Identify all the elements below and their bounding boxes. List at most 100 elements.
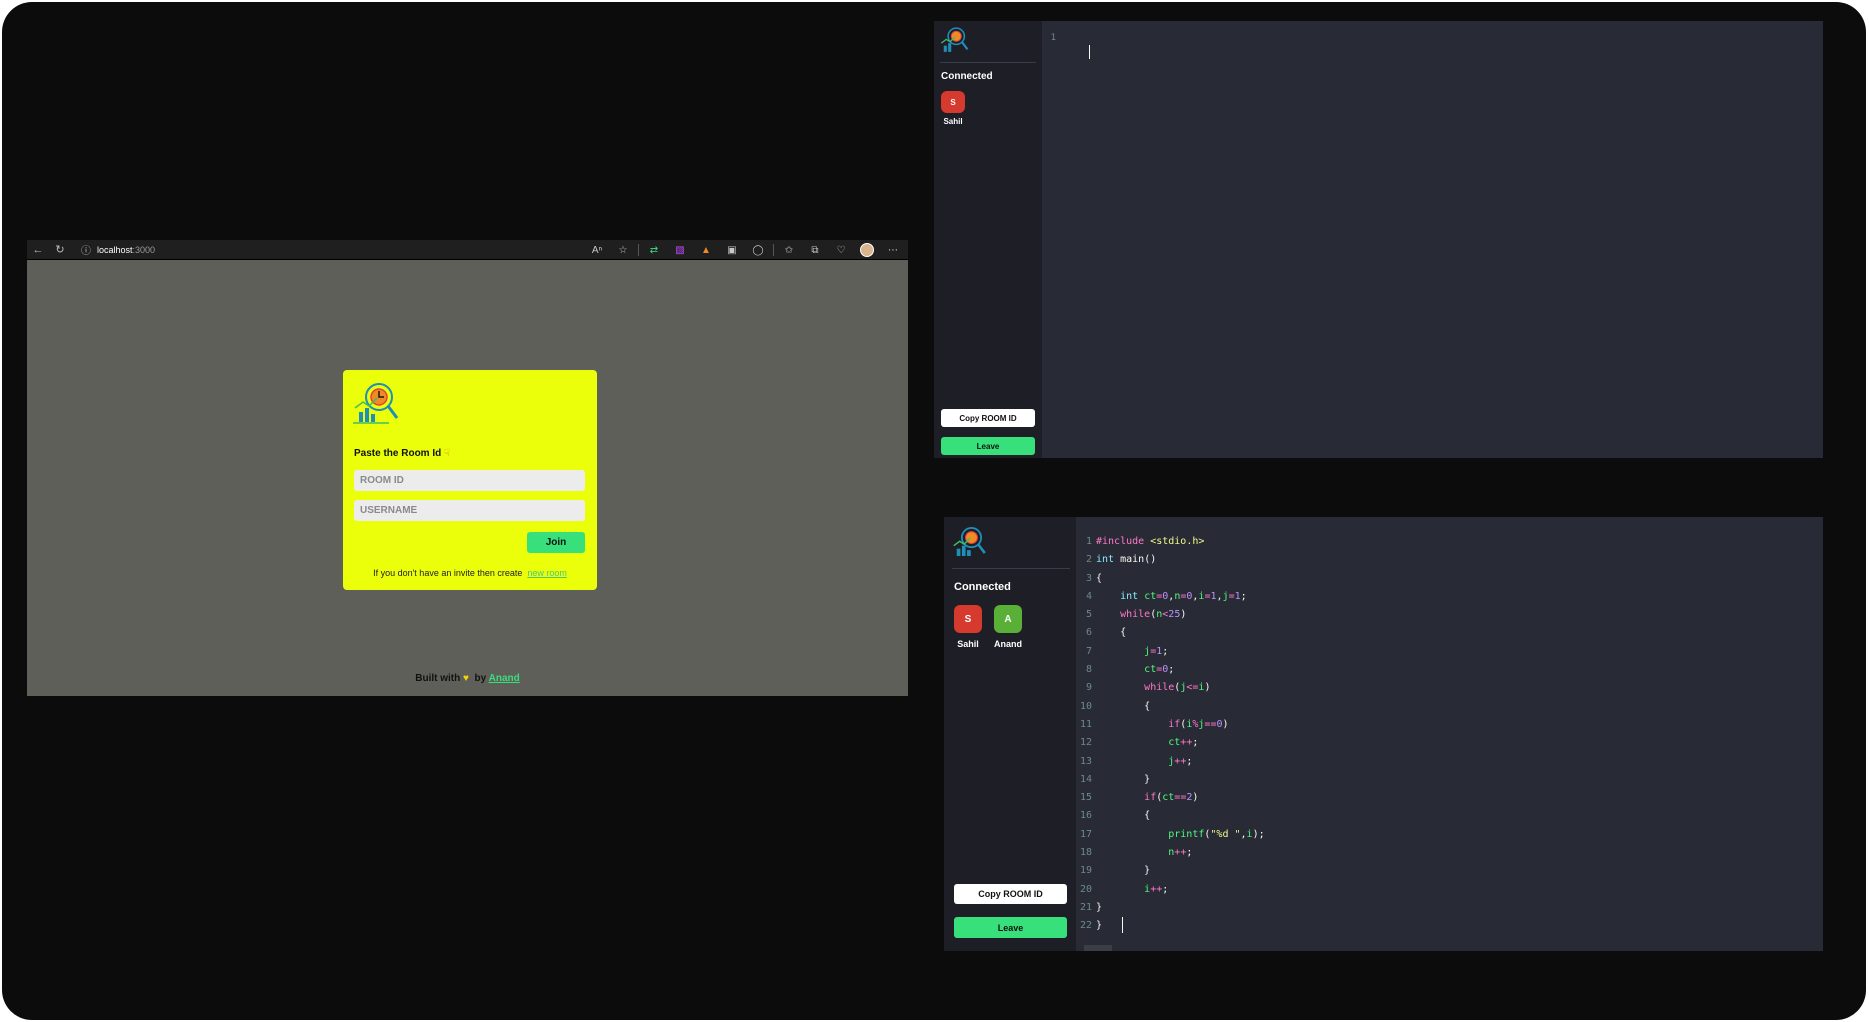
line-number: 5 [1085, 609, 1092, 621]
code-line: while(n<25) [1120, 609, 1187, 621]
room-id-input[interactable] [354, 470, 585, 491]
line-number: 16 [1079, 810, 1092, 822]
info-icon[interactable]: ⓘ [77, 240, 95, 260]
code-editor[interactable]: 1 [1042, 21, 1823, 458]
code-line: ct=0; [1144, 664, 1175, 676]
text-cursor [1088, 45, 1090, 59]
app-logo-icon [353, 383, 399, 424]
favorite-star-icon[interactable]: ☆ [612, 240, 634, 260]
code-line: n++; [1168, 847, 1193, 859]
code-line: printf("%d ",i); [1168, 828, 1265, 840]
client-avatar: S Sahil [941, 91, 965, 126]
client-initial: S [941, 91, 965, 113]
code-line: if(ct==2) [1144, 792, 1199, 804]
code-line: { [1144, 810, 1151, 822]
invite-text: If you don't have an invite then create … [343, 568, 597, 578]
address-port: :3000 [132, 244, 156, 255]
copy-room-id-button[interactable]: Copy ROOM ID [954, 884, 1067, 904]
heart-icon: ♥ [463, 673, 469, 684]
line-number: 21 [1079, 901, 1092, 913]
code-line: ct++; [1168, 737, 1199, 749]
line-number: 7 [1085, 645, 1092, 657]
purple-extension-icon[interactable]: ▧ [669, 240, 691, 260]
code-line: } [1144, 773, 1151, 785]
login-card: Paste the Room Id ☟ Join If you don't ha… [343, 370, 597, 590]
extensions-row: Aⁿ ☆ ⇄ ▧ ▲ ▣ ◯ ✩ ⧉ ♡ ⋯ [586, 240, 904, 260]
line-number: 22 [1079, 920, 1092, 932]
username-input[interactable] [354, 500, 585, 521]
by-label: by [474, 673, 487, 684]
leave-button[interactable]: Leave [954, 917, 1067, 938]
address-host: localhost [97, 244, 133, 255]
app-logo-icon [940, 27, 969, 52]
health-heart-icon[interactable]: ♡ [830, 240, 852, 260]
editor-sidebar: Connected S Sahil Copy ROOM ID Leave [934, 21, 1042, 458]
code-line: while(j<=i) [1144, 682, 1211, 694]
circle-extension-icon[interactable]: ◯ [747, 240, 769, 260]
pointing-hand-icon: ☟ [444, 448, 451, 459]
invite-label: If you don't have an invite then create [373, 568, 523, 578]
join-button[interactable]: Join [527, 532, 585, 553]
code-line: } [1096, 917, 1265, 935]
code-line: { [1096, 572, 1103, 584]
line-number: 18 [1079, 847, 1092, 859]
code-line: int ct=0,n=0,i=1,j=1; [1120, 590, 1247, 602]
copy-room-id-button[interactable]: Copy ROOM ID [941, 409, 1035, 427]
line-number: 20 [1079, 883, 1092, 895]
line-number: 4 [1085, 590, 1092, 602]
line-number: 6 [1085, 627, 1092, 639]
browser-window: ← ↻ ⓘ localhost:3000 Aⁿ ☆ ⇄ ▧ ▲ ▣ ◯ ✩ ⧉ … [27, 240, 908, 696]
toolbar-divider [773, 244, 774, 256]
line-number: 10 [1079, 700, 1092, 712]
code-line: { [1120, 627, 1127, 639]
favorites-icon[interactable]: ✩ [778, 240, 800, 260]
leave-button[interactable]: Leave [941, 437, 1035, 455]
code-content[interactable] [1056, 31, 1090, 74]
code-editor[interactable]: 1 2 3 4 5 6 7 8 9 10 11 12 13 14 15 16 17 18 19 20 21 22 #inc… [1076, 517, 1823, 951]
profile-avatar-icon[interactable] [856, 240, 878, 260]
sync-extension-icon[interactable]: ⇄ [643, 240, 665, 260]
code-line: j=1; [1144, 645, 1169, 657]
code-line: int main() [1096, 554, 1157, 566]
code-line: i++; [1144, 883, 1169, 895]
paste-room-id-heading: Paste the Room Id ☟ [354, 448, 450, 459]
client-name: Sahil [943, 117, 963, 126]
game-extension-icon[interactable]: ▣ [721, 240, 743, 260]
code-line: } [1144, 865, 1151, 877]
back-arrow-icon[interactable]: ← [27, 240, 49, 260]
line-number: 2 [1085, 554, 1092, 566]
more-menu-icon[interactable]: ⋯ [882, 240, 904, 260]
line-number: 9 [1085, 682, 1092, 694]
code-line: { [1144, 700, 1151, 712]
sidebar-divider [940, 62, 1036, 63]
sidebar-divider [952, 568, 1070, 569]
read-aloud-icon[interactable]: Aⁿ [586, 240, 608, 260]
code-content[interactable]: #include <stdio.h> int main() { int ct=0,n… [1096, 533, 1265, 936]
author-link[interactable]: Anand [489, 673, 520, 684]
line-number: 15 [1079, 792, 1092, 804]
horizontal-scrollbar[interactable] [1084, 945, 1112, 951]
client-avatar: S Sahil [954, 605, 982, 649]
line-number: 1 [1085, 536, 1092, 547]
client-initial: S [954, 605, 982, 633]
line-number: 3 [1085, 572, 1092, 584]
collections-icon[interactable]: ⧉ [804, 240, 826, 260]
line-number-gutter: 1 2 3 4 5 6 7 8 9 10 11 12 13 14 15 16 17 18 19 20 21 22 [1076, 533, 1092, 936]
code-line: j++; [1168, 755, 1193, 767]
code-line: } [1096, 901, 1103, 913]
text-cursor [1122, 917, 1124, 934]
editor-sidebar: Connected S Sahil A Anand Copy ROOM ID L… [944, 517, 1076, 951]
code-line: if(i%j==0) [1168, 718, 1229, 730]
line-number: 19 [1079, 865, 1092, 877]
new-room-link[interactable]: new room [527, 568, 567, 578]
line-number: 11 [1079, 718, 1092, 730]
line-number: 14 [1079, 773, 1092, 785]
built-with-label: Built with [415, 673, 461, 684]
refresh-icon[interactable]: ↻ [49, 240, 71, 260]
line-number: 8 [1085, 664, 1092, 676]
client-name: Sahil [957, 639, 979, 649]
client-avatar: A Anand [994, 605, 1022, 649]
fox-extension-icon[interactable]: ▲ [695, 240, 717, 260]
address-bar[interactable]: localhost:3000 [97, 245, 155, 255]
line-number: 17 [1079, 828, 1092, 840]
